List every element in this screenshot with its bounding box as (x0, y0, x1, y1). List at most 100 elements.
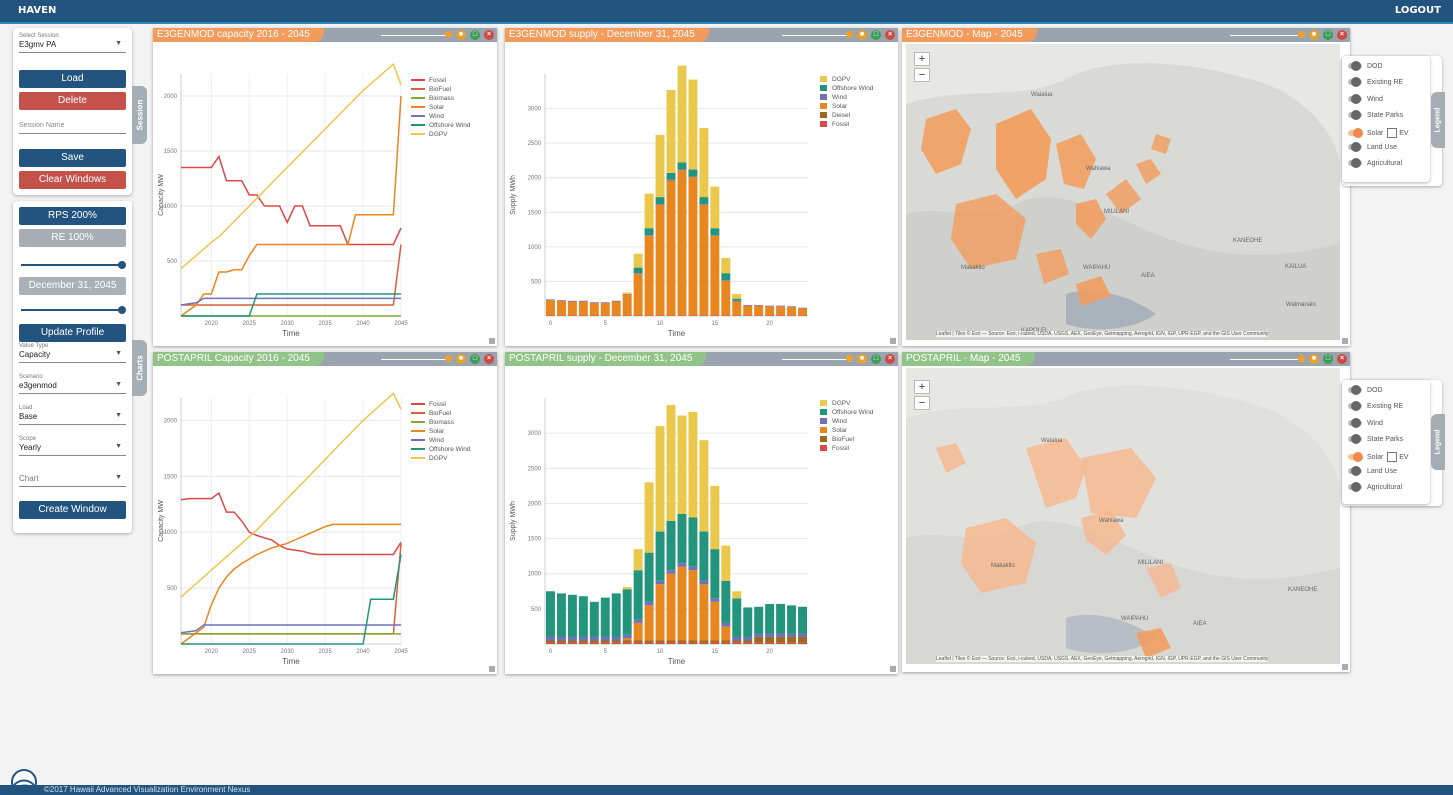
toggle-switch[interactable] (1348, 94, 1362, 105)
zoom-out-button[interactable]: − (914, 68, 930, 82)
re-button[interactable]: RE 100% (19, 229, 126, 247)
load-button[interactable]: Load (19, 70, 126, 88)
window-titlebar[interactable]: POSTAPRIL - Map - 2045 ■ □ × (902, 352, 1350, 366)
toggle-switch[interactable] (1348, 482, 1362, 493)
bar-segment (721, 622, 731, 627)
window-title: E3GENMOD supply - December 31, 2045 (505, 28, 709, 42)
window-titlebar[interactable]: E3GENMOD supply - December 31, 2045 ■ □ … (505, 28, 898, 42)
legend-swatch (820, 436, 827, 442)
charts-tab[interactable]: Charts (132, 340, 147, 396)
logout-link[interactable]: LOGOUT (1395, 5, 1441, 16)
value-type-select[interactable]: Capacity ▼ (19, 349, 126, 363)
lock-icon[interactable]: ■ (1309, 354, 1319, 364)
toggle-switch[interactable] (1348, 401, 1362, 412)
close-icon[interactable]: × (1337, 30, 1347, 40)
map-view[interactable]: Waialua Wahiawa MILILANI KANEOHE WAIPAHU… (906, 368, 1340, 664)
legend-item-dod[interactable]: DOD (1348, 61, 1383, 72)
bar-segment (732, 293, 742, 299)
create-window-button[interactable]: Create Window (19, 501, 126, 519)
bar-segment (688, 566, 698, 571)
bar-segment (556, 640, 566, 643)
legend-item-land-use[interactable]: Land Use (1348, 142, 1397, 153)
load-select[interactable]: Base ▼ (19, 411, 126, 425)
legend-tab[interactable]: Legend (1431, 414, 1445, 470)
legend-tab[interactable]: Legend (1431, 92, 1445, 148)
toggle-switch[interactable] (1348, 452, 1363, 462)
maximize-icon[interactable]: □ (1323, 30, 1333, 40)
close-icon[interactable]: × (885, 30, 895, 40)
zoom-in-button[interactable]: + (914, 380, 930, 394)
date-slider[interactable] (21, 309, 123, 311)
legend-item-wind[interactable]: Wind (1348, 94, 1383, 105)
update-profile-button[interactable]: Update Profile (19, 324, 126, 342)
toggle-switch[interactable] (1348, 418, 1362, 429)
lock-icon[interactable]: ■ (857, 30, 867, 40)
clear-windows-button[interactable]: Clear Windows (19, 171, 126, 189)
rps-button[interactable]: RPS 200% (19, 207, 126, 225)
toggle-switch[interactable] (1348, 434, 1362, 445)
toggle-switch[interactable] (1348, 158, 1362, 169)
maximize-icon[interactable]: □ (871, 354, 881, 364)
legend-item-existing-re[interactable]: Existing RE (1348, 77, 1403, 88)
delete-button[interactable]: Delete (19, 92, 126, 110)
zoom-out-button[interactable]: − (914, 396, 930, 410)
toggle-switch[interactable] (1348, 77, 1362, 88)
ev-checkbox[interactable] (1387, 128, 1398, 138)
legend-item-existing-re[interactable]: Existing RE (1348, 401, 1403, 412)
resize-handle[interactable] (489, 666, 495, 672)
window-titlebar[interactable]: POSTAPRIL Capacity 2016 - 2045 ■ □ × (153, 352, 497, 366)
close-icon[interactable]: × (1337, 354, 1347, 364)
window-postapril-capacity: POSTAPRIL Capacity 2016 - 2045 ■ □ × 500… (153, 352, 497, 674)
legend-item-dod[interactable]: DOD (1348, 385, 1383, 396)
window-titlebar[interactable]: E3GENMOD - Map - 2045 ■ □ × (902, 28, 1350, 42)
legend-item-land-use[interactable]: Land Use (1348, 466, 1397, 477)
chart-select[interactable]: Chart ▼ (19, 473, 126, 487)
session-name-input[interactable]: Session Name (19, 122, 126, 134)
resize-handle[interactable] (1342, 664, 1348, 670)
app-brand[interactable]: HAVEN (18, 5, 56, 16)
lock-icon[interactable]: ■ (456, 354, 466, 364)
lock-icon[interactable]: ■ (857, 354, 867, 364)
maximize-icon[interactable]: □ (1323, 354, 1333, 364)
toggle-switch[interactable] (1348, 385, 1362, 396)
legend-item-state-parks[interactable]: State Parks (1348, 110, 1403, 121)
resize-handle[interactable] (489, 338, 495, 344)
ev-checkbox[interactable] (1387, 452, 1398, 462)
close-icon[interactable]: × (484, 30, 494, 40)
toggle-switch[interactable] (1348, 61, 1362, 72)
rps-slider-handle[interactable] (118, 261, 126, 269)
window-titlebar[interactable]: POSTAPRIL supply - December 31, 2045 ■ □… (505, 352, 898, 366)
maximize-icon[interactable]: □ (470, 30, 480, 40)
resize-handle[interactable] (890, 666, 896, 672)
save-button[interactable]: Save (19, 149, 126, 167)
date-slider-handle[interactable] (118, 306, 126, 314)
toggle-switch[interactable] (1348, 128, 1363, 138)
resize-handle[interactable] (890, 338, 896, 344)
legend-item-solar[interactable]: Solar EV (1348, 452, 1409, 462)
legend-item-wind[interactable]: Wind (1348, 418, 1383, 429)
maximize-icon[interactable]: □ (470, 354, 480, 364)
bar-segment (743, 305, 753, 316)
legend-item-agricultural[interactable]: Agricultural (1348, 482, 1402, 493)
toggle-switch[interactable] (1348, 142, 1362, 153)
window-titlebar[interactable]: E3GENMOD capacity 2016 - 2045 ■ □ × (153, 28, 497, 42)
resize-handle[interactable] (1342, 338, 1348, 344)
legend-item-agricultural[interactable]: Agricultural (1348, 158, 1402, 169)
session-select[interactable]: E3gmv PA ▼ (19, 39, 126, 53)
zoom-in-button[interactable]: + (914, 52, 930, 66)
toggle-switch[interactable] (1348, 466, 1362, 477)
rps-slider[interactable] (21, 264, 123, 266)
close-icon[interactable]: × (885, 354, 895, 364)
scenario-select[interactable]: e3genmod ▼ (19, 380, 126, 394)
session-tab[interactable]: Session (132, 86, 147, 144)
maximize-icon[interactable]: □ (871, 30, 881, 40)
lock-icon[interactable]: ■ (1309, 30, 1319, 40)
legend-item-solar[interactable]: Solar EV (1348, 128, 1409, 138)
close-icon[interactable]: × (484, 354, 494, 364)
x-tick-label: 0 (549, 321, 553, 327)
map-view[interactable]: Waialua Wahiawa MILILANI KANEOHE KAILUA … (906, 44, 1340, 340)
legend-item-state-parks[interactable]: State Parks (1348, 434, 1403, 445)
lock-icon[interactable]: ■ (456, 30, 466, 40)
scope-select[interactable]: Yearly ▼ (19, 442, 126, 456)
toggle-switch[interactable] (1348, 110, 1362, 121)
